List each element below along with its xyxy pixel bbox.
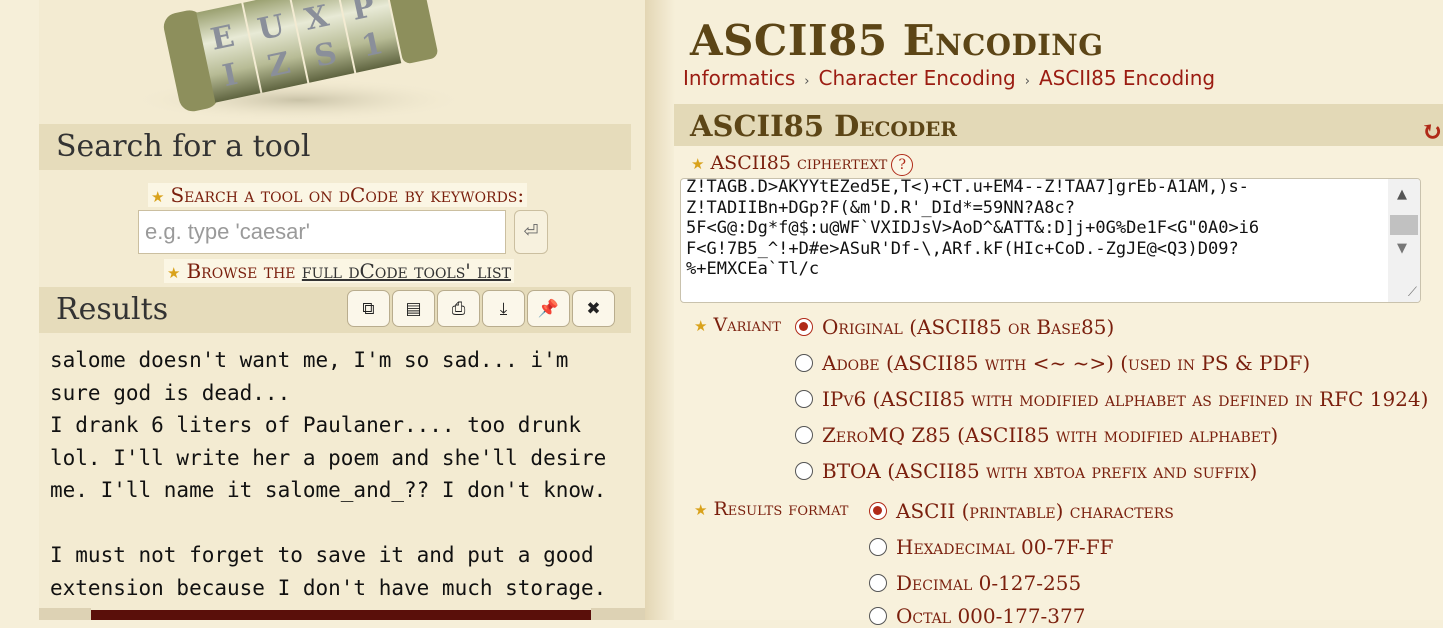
copy-icon: ⧉ (362, 298, 375, 319)
close-icon: ✖ (586, 298, 601, 319)
variant-label-text: Variant (713, 314, 781, 336)
ciphertext-value[interactable]: Z!TAGB.D>AKYYtEZed5E,T<)+CT.u+EM4--Z!TAA… (686, 179, 1259, 280)
search-label-text: Search a tool on dCode by keywords: (170, 183, 525, 207)
help-icon[interactable]: ? (891, 154, 914, 176)
save-icon: ▤ (405, 298, 422, 319)
print-icon: ⎙ (451, 298, 466, 319)
variant-option-label: Adobe (ASCII85 with <~ ~>) (used in PS &… (822, 351, 1311, 375)
decoder-title: ASCII85 Decoder (690, 109, 958, 143)
results-output: salome doesn't want me, I'm so sad... i'… (50, 348, 607, 600)
ciphertext-textarea[interactable]: Z!TAGB.D>AKYYtEZed5E,T<)+CT.u+EM4--Z!TAA… (680, 178, 1421, 303)
left-sidebar: E U X P I Z S 1 Search for a tool ★ Searc… (39, 0, 645, 620)
radio[interactable] (795, 354, 813, 372)
variant-option-label: ZeroMQ Z85 (ASCII85 with modified alphab… (822, 423, 1279, 447)
breadcrumb-ascii85-encoding[interactable]: ASCII85 Encoding (1039, 66, 1215, 90)
chevron-right-icon: › (1024, 74, 1030, 89)
variant-option-ipv6[interactable]: IPv6 (ASCII85 with modified alphabet as … (795, 387, 1428, 411)
ad-frame-right (591, 608, 645, 620)
variant-label: ★ Variant (694, 314, 781, 336)
results-title: Results (56, 292, 169, 327)
search-tool-header: Search for a tool (39, 124, 631, 170)
search-submit-button[interactable]: ⏎ (514, 210, 548, 254)
search-input[interactable] (138, 210, 506, 254)
format-option-label: Octal 000-177-377 (896, 604, 1086, 628)
format-option-octal[interactable]: Octal 000-177-377 (869, 604, 1085, 628)
format-option-decimal[interactable]: Decimal 0-127-255 (869, 571, 1081, 595)
radio[interactable] (795, 462, 813, 480)
textarea-scrollbar[interactable]: ▲ ▼ (1388, 179, 1420, 302)
format-option-ascii[interactable]: ASCII (printable) characters (869, 499, 1174, 523)
radio[interactable] (795, 426, 813, 444)
radio[interactable] (869, 574, 887, 592)
scroll-up-icon[interactable]: ▲ (1397, 187, 1407, 202)
video-thumbnail[interactable] (91, 610, 591, 620)
print-button[interactable]: ⎙ (437, 290, 480, 327)
copy-button[interactable]: ⧉ (347, 290, 390, 327)
star-icon: ★ (694, 501, 708, 519)
results-format-label: ★ Results format (694, 498, 848, 520)
variant-option-label: BTOA (ASCII85 with xbtoa prefix and suff… (822, 459, 1258, 483)
variant-option-adobe[interactable]: Adobe (ASCII85 with <~ ~>) (used in PS &… (795, 351, 1310, 375)
variant-option-label: IPv6 (ASCII85 with modified alphabet as … (822, 387, 1429, 411)
full-tools-list-link[interactable]: full dCode tools' list (302, 259, 511, 283)
format-option-label: ASCII (printable) characters (896, 499, 1174, 523)
star-icon: ★ (151, 188, 165, 206)
results-format-label-text: Results format (713, 498, 849, 520)
pin-button[interactable]: 📌 (527, 290, 570, 327)
download-icon: ⤓ (499, 298, 508, 319)
star-icon: ★ (691, 155, 705, 173)
scroll-thumb[interactable] (1390, 215, 1418, 235)
ad-frame-left (39, 608, 91, 620)
radio[interactable] (869, 538, 887, 556)
breadcrumb-character-encoding[interactable]: Character Encoding (818, 66, 1015, 90)
variant-option-original[interactable]: Original (ASCII85 or Base85) (795, 315, 1114, 339)
radio-selected[interactable] (795, 318, 813, 336)
ciphertext-label: ★ ASCII85 ciphertext? (691, 152, 914, 176)
format-option-label: Decimal 0-127-255 (896, 571, 1082, 595)
browse-tools-line: ★ Browse the full dCode tools' list (164, 259, 514, 283)
breadcrumb: Informatics › Character Encoding › ASCII85 E… (683, 66, 1215, 90)
star-icon: ★ (167, 264, 181, 282)
variant-option-btoa[interactable]: BTOA (ASCII85 with xbtoa prefix and suff… (795, 459, 1257, 483)
close-button[interactable]: ✖ (572, 290, 615, 327)
browse-prefix: Browse the (186, 259, 302, 283)
format-option-hexadecimal[interactable]: Hexadecimal 00-7F-FF (869, 535, 1113, 559)
radio-selected[interactable] (869, 502, 887, 520)
cryptex-logo-image: E U X P I Z S 1 (129, 0, 459, 120)
scroll-down-icon[interactable]: ▼ (1397, 241, 1407, 256)
variant-option-label: Original (ASCII85 or Base85) (822, 315, 1115, 339)
save-button[interactable]: ▤ (392, 290, 435, 327)
download-button[interactable]: ⤓ (482, 290, 525, 327)
page-title: ASCII85 Encoding (690, 16, 1104, 65)
resize-grip-icon[interactable]: ⟋ (1408, 285, 1417, 300)
radio[interactable] (869, 607, 887, 625)
star-icon: ★ (694, 317, 708, 335)
pin-icon: 📌 (537, 298, 560, 319)
column-divider (645, 0, 675, 620)
format-option-label: Hexadecimal 00-7F-FF (896, 535, 1114, 559)
decoder-panel-header: ASCII85 Decoder ↻ (674, 104, 1443, 147)
enter-icon: ⏎ (523, 221, 539, 242)
search-label: ★ Search a tool on dCode by keywords: (148, 183, 528, 207)
radio[interactable] (795, 390, 813, 408)
chevron-right-icon: › (804, 74, 810, 89)
breadcrumb-informatics[interactable]: Informatics (683, 66, 795, 90)
results-toolbar: ⧉ ▤ ⎙ ⤓ 📌 ✖ (347, 290, 617, 328)
ciphertext-label-text: ASCII85 ciphertext (710, 152, 888, 174)
variant-option-zeromq[interactable]: ZeroMQ Z85 (ASCII85 with modified alphab… (795, 423, 1278, 447)
